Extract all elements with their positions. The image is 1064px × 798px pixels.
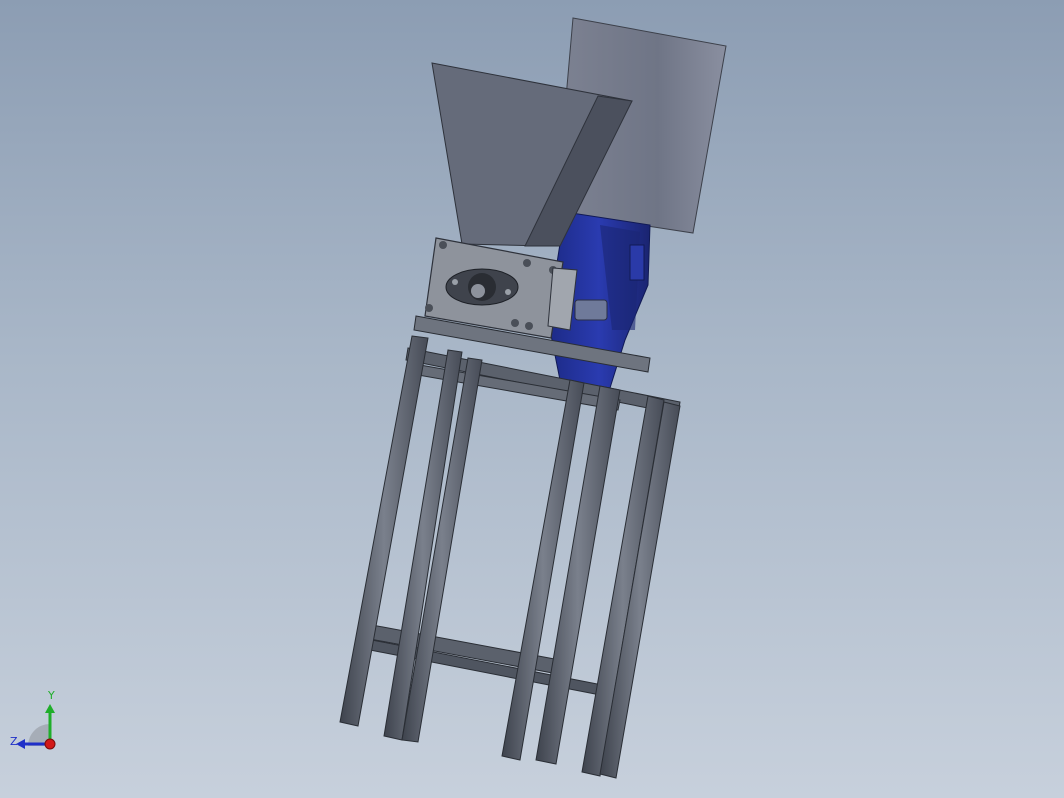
flange-bearing[interactable] — [445, 268, 519, 306]
reference-triad: Y Z — [8, 690, 72, 760]
triad-y-label: Y — [48, 689, 55, 702]
aluminum-profile-frame[interactable] — [339, 315, 681, 779]
triad-z-label: Z — [10, 735, 18, 748]
cad-viewport[interactable]: Y Z — [0, 0, 1064, 798]
model-view[interactable] — [0, 0, 1064, 798]
triad-axes-icon — [16, 704, 56, 750]
